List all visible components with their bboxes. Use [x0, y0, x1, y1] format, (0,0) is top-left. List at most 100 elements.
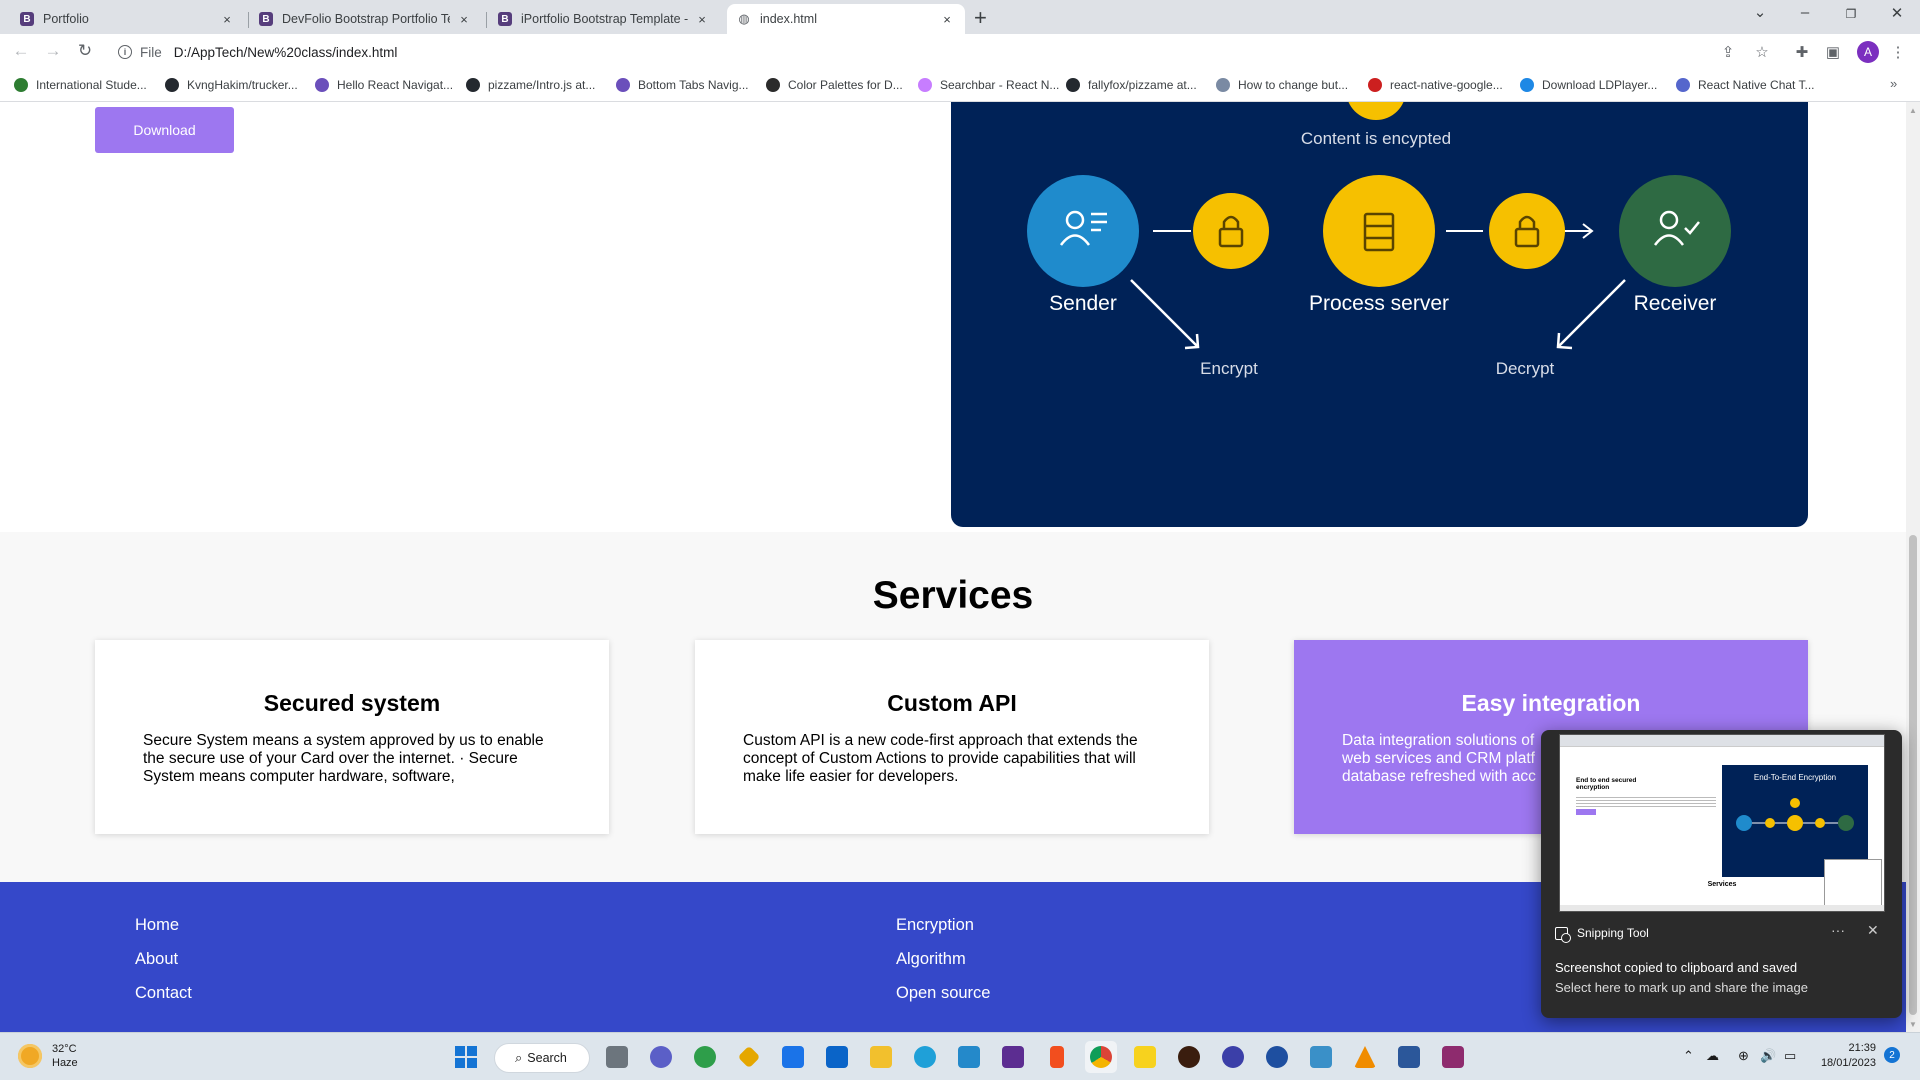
bookmark-item[interactable]: Download LDPlayer... — [1520, 78, 1657, 92]
url-text[interactable]: D:/AppTech/New%20class/index.html — [174, 45, 398, 60]
service-card-text: Custom API is a new code-first approach … — [743, 732, 1138, 785]
bookmark-favicon-icon — [14, 78, 28, 92]
word-icon[interactable] — [1393, 1041, 1425, 1073]
language-icon[interactable]: ⊕ — [1738, 1048, 1749, 1064]
app-w-icon[interactable] — [1261, 1041, 1293, 1073]
scroll-up-icon[interactable]: ▲ — [1909, 106, 1917, 115]
bookmark-favicon-icon — [1066, 78, 1080, 92]
tab-devfolio[interactable]: B DevFolio Bootstrap Portfolio Tem × — [249, 4, 482, 34]
bookmark-item[interactable]: react-native-google... — [1368, 78, 1503, 92]
footer-link-contact[interactable]: Contact — [135, 984, 192, 1003]
store-icon[interactable] — [821, 1041, 853, 1073]
visual-studio-icon[interactable] — [997, 1041, 1029, 1073]
service-card-custom-api: Custom API Custom API is a new code-firs… — [695, 640, 1209, 834]
close-window-icon[interactable]: ✕ — [1882, 4, 1912, 22]
bookmark-item[interactable]: International Stude... — [14, 78, 147, 92]
search-icon: ⌕ — [515, 1050, 523, 1065]
close-tab-icon[interactable]: × — [694, 12, 710, 27]
app-disc-icon[interactable] — [1217, 1041, 1249, 1073]
profile-avatar[interactable]: A — [1857, 41, 1879, 63]
weather-widget[interactable]: 32°C Haze — [18, 1042, 78, 1070]
vscode-icon[interactable] — [953, 1041, 985, 1073]
footer-link-open-source[interactable]: Open source — [896, 984, 990, 1003]
windows-taskbar: 32°C Haze ⌕ Search ⌃ ☁ ⊕ 🔊 ▭ 21:39 18/01… — [0, 1032, 1920, 1080]
close-notification-icon[interactable]: ✕ — [1867, 922, 1879, 939]
download-button[interactable]: Download — [95, 107, 234, 153]
address-bar[interactable]: i File D:/AppTech/New%20class/index.html — [108, 38, 1744, 66]
extensions-icon[interactable]: ✚ — [1792, 43, 1812, 61]
bookmark-label: Searchbar - React N... — [940, 78, 1060, 92]
info-icon[interactable]: i — [118, 45, 132, 59]
tab-title: Portfolio — [43, 12, 89, 26]
figma-icon[interactable] — [1041, 1041, 1073, 1073]
close-tab-icon[interactable]: × — [939, 12, 955, 27]
mail-icon[interactable] — [777, 1041, 809, 1073]
app-flame-icon[interactable] — [1173, 1041, 1205, 1073]
onedrive-icon[interactable]: ☁ — [1706, 1048, 1719, 1064]
bookmark-favicon-icon — [315, 78, 329, 92]
bookmark-favicon-icon — [165, 78, 179, 92]
footer-link-algorithm[interactable]: Algorithm — [896, 950, 966, 969]
bookmark-star-icon[interactable]: ☆ — [1752, 43, 1772, 61]
git-kraken-icon[interactable] — [733, 1041, 765, 1073]
winrar-icon[interactable] — [1437, 1041, 1469, 1073]
chrome-icon[interactable] — [1085, 1041, 1117, 1073]
top-lock-node — [1348, 102, 1404, 120]
footer-link-encryption[interactable]: Encryption — [896, 916, 974, 935]
reload-icon[interactable]: ↻ — [74, 41, 96, 61]
close-tab-icon[interactable]: × — [219, 12, 235, 27]
bookmarks-overflow-icon[interactable]: » — [1890, 76, 1897, 91]
task-view-icon[interactable] — [601, 1041, 633, 1073]
bookmark-item[interactable]: fallyfox/pizzame at... — [1066, 78, 1197, 92]
bookmark-item[interactable]: React Native Chat T... — [1676, 78, 1815, 92]
back-icon[interactable]: ← — [10, 41, 32, 61]
bookmark-item[interactable]: Hello React Navigat... — [315, 78, 453, 92]
encrypt-label: Encrypt — [1200, 359, 1258, 378]
snipping-tool-notification[interactable]: End to end secured encryption End-To-End… — [1541, 730, 1902, 1018]
bookmark-item[interactable]: pizzame/Intro.js at... — [466, 78, 595, 92]
taskbar-search[interactable]: ⌕ Search — [494, 1043, 590, 1073]
start-button[interactable] — [455, 1046, 477, 1068]
teams-chat-icon[interactable] — [645, 1041, 677, 1073]
battery-icon[interactable]: ▭ — [1784, 1048, 1796, 1064]
notification-app-name: Snipping Tool — [1577, 926, 1649, 940]
menu-icon[interactable]: ⋮ — [1888, 43, 1908, 61]
share-icon[interactable]: ⇪ — [1718, 43, 1738, 61]
screenshot-preview[interactable]: End to end secured encryption End-To-End… — [1559, 734, 1885, 912]
footer-link-home[interactable]: Home — [135, 916, 179, 935]
vlc-icon[interactable] — [1349, 1041, 1381, 1073]
scrollbar-thumb[interactable] — [1909, 535, 1917, 1015]
bookmark-favicon-icon — [918, 78, 932, 92]
sticky-notes-icon[interactable] — [1129, 1041, 1161, 1073]
edge-icon[interactable] — [909, 1041, 941, 1073]
show-hidden-icons[interactable]: ⌃ — [1683, 1048, 1694, 1064]
forward-icon[interactable]: → — [42, 41, 64, 61]
bookmark-item[interactable]: How to change but... — [1216, 78, 1348, 92]
bookmark-item[interactable]: Searchbar - React N... — [918, 78, 1059, 92]
bookmark-item[interactable]: Bottom Tabs Navig... — [616, 78, 749, 92]
bookmark-item[interactable]: KvngHakim/trucker... — [165, 78, 298, 92]
bookmark-favicon-icon — [1676, 78, 1690, 92]
app-star-icon[interactable] — [1305, 1041, 1337, 1073]
tab-search-icon[interactable]: ⌄ — [1745, 3, 1775, 21]
scroll-down-icon[interactable]: ▼ — [1909, 1020, 1917, 1029]
restore-icon[interactable]: ❐ — [1836, 7, 1866, 21]
volume-icon[interactable]: 🔊 — [1760, 1048, 1776, 1064]
bookmark-label: React Native Chat T... — [1698, 78, 1815, 92]
new-tab-button[interactable]: + — [974, 5, 987, 31]
weather-haze-icon — [18, 1044, 42, 1068]
system-clock[interactable]: 21:39 18/01/2023 — [1812, 1041, 1876, 1071]
notification-badge[interactable]: 2 — [1884, 1047, 1900, 1063]
footer-link-about[interactable]: About — [135, 950, 178, 969]
tab-portfolio[interactable]: B Portfolio × — [10, 4, 245, 34]
close-tab-icon[interactable]: × — [456, 12, 472, 27]
tab-iportfolio[interactable]: B iPortfolio Bootstrap Template - Ir × — [488, 4, 720, 34]
bookmark-label: International Stude... — [36, 78, 147, 92]
side-panel-icon[interactable]: ▣ — [1823, 43, 1843, 61]
minimize-icon[interactable]: – — [1790, 4, 1820, 21]
edge-dev-icon[interactable] — [689, 1041, 721, 1073]
bookmark-item[interactable]: Color Palettes for D... — [766, 78, 903, 92]
tab-index-html[interactable]: ◍ index.html × — [727, 4, 965, 34]
file-explorer-icon[interactable] — [865, 1041, 897, 1073]
more-options-icon[interactable]: ··· — [1831, 922, 1845, 938]
